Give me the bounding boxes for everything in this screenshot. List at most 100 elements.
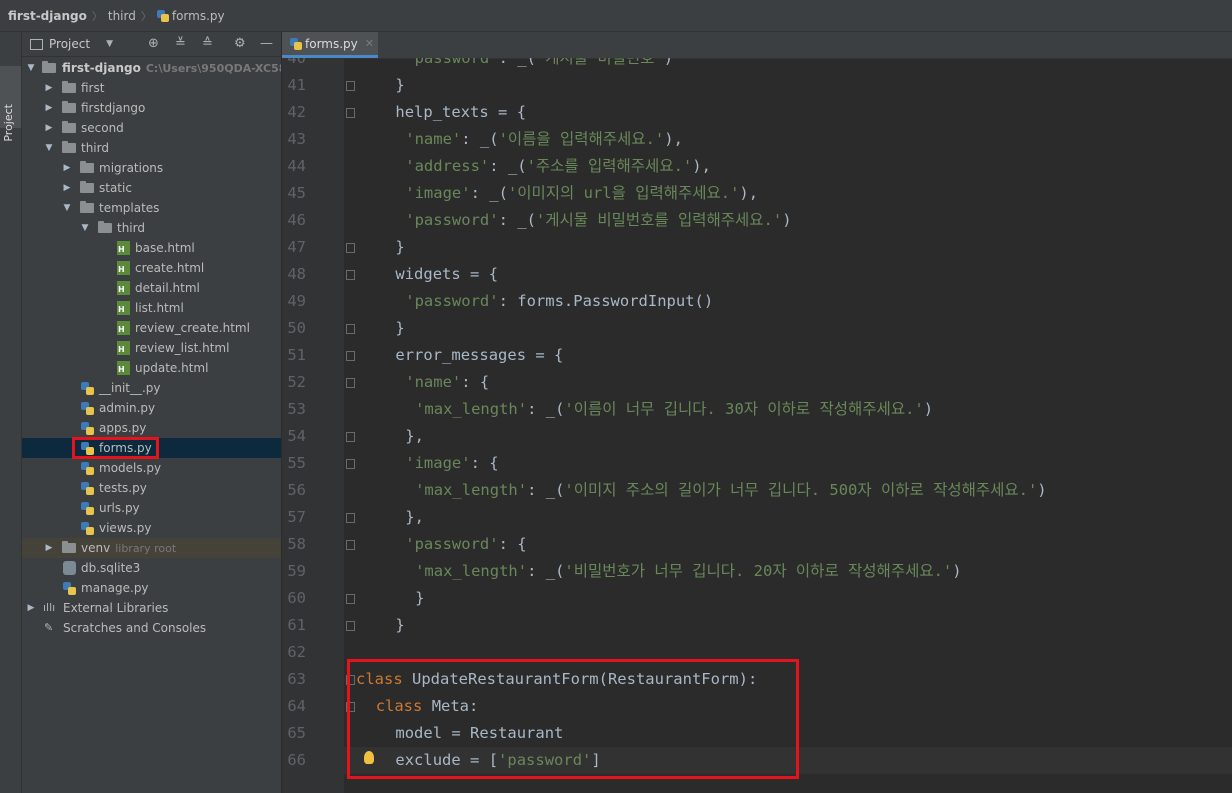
chevron-down-icon[interactable]: ▼ bbox=[62, 198, 72, 218]
code-line[interactable]: 48 widgets = { bbox=[282, 261, 1232, 288]
code-line[interactable]: 57}, bbox=[282, 504, 1232, 531]
fold-marker-icon[interactable] bbox=[346, 540, 355, 550]
code-line[interactable]: 44 'address': _('주소를 입력해주세요.'), bbox=[282, 153, 1232, 180]
fold-marker-icon[interactable] bbox=[346, 621, 355, 631]
tree-item[interactable]: ✎ Scratches and Consoles bbox=[22, 618, 281, 638]
code-line[interactable]: 49 'password': forms.PasswordInput() bbox=[282, 288, 1232, 315]
tree-item[interactable]: models.py bbox=[22, 458, 281, 478]
code-line[interactable]: 58 'password': { bbox=[282, 531, 1232, 558]
code-line[interactable]: 53 'max_length': _('이름이 너무 깁니다. 30자 이하로 작… bbox=[282, 396, 1232, 423]
tree-item[interactable]: manage.py bbox=[22, 578, 281, 598]
chevron-right-icon[interactable]: ▶ bbox=[26, 598, 36, 618]
tree-item[interactable]: tests.py bbox=[22, 478, 281, 498]
code-line[interactable]: 41} bbox=[282, 72, 1232, 99]
fold-marker-icon[interactable] bbox=[346, 81, 355, 91]
code-line[interactable]: 59 'max_length': _('비밀번호가 너무 깁니다. 20자 이하로… bbox=[282, 558, 1232, 585]
tree-item[interactable]: urls.py bbox=[22, 498, 281, 518]
chevron-right-icon[interactable]: ▶ bbox=[44, 78, 54, 98]
code-line[interactable]: 47} bbox=[282, 234, 1232, 261]
tree-item[interactable]: ▶ firstdjango bbox=[22, 98, 281, 118]
code-line[interactable]: 45 'image': _('이미지의 url을 입력해주세요.'), bbox=[282, 180, 1232, 207]
tree-item[interactable]: ▶ second bbox=[22, 118, 281, 138]
breadcrumb-file[interactable]: forms.py bbox=[172, 9, 225, 23]
fold-marker-icon[interactable] bbox=[346, 108, 355, 118]
chevron-right-icon[interactable]: ▶ bbox=[44, 98, 54, 118]
tree-item[interactable]: ▶ ıllı External Libraries bbox=[22, 598, 281, 618]
html-file-icon bbox=[117, 281, 130, 295]
fold-marker-icon[interactable] bbox=[346, 351, 355, 361]
chevron-right-icon[interactable]: ▶ bbox=[44, 538, 54, 558]
tree-item[interactable]: review_create.html bbox=[22, 318, 281, 338]
fold-marker-icon[interactable] bbox=[346, 513, 355, 523]
locate-icon[interactable]: ⊕ bbox=[148, 36, 159, 51]
chevron-down-icon[interactable]: ▼ bbox=[44, 138, 54, 158]
code-text: error_messages = { bbox=[395, 346, 564, 364]
tree-item-label: db.sqlite3 bbox=[81, 561, 141, 575]
panel-title[interactable]: Project bbox=[49, 37, 90, 51]
tree-item[interactable]: db.sqlite3 bbox=[22, 558, 281, 578]
code-line[interactable]: 61} bbox=[282, 612, 1232, 639]
code-text: } bbox=[395, 76, 405, 94]
code-line[interactable]: 42 help_texts = { bbox=[282, 99, 1232, 126]
database-file-icon bbox=[63, 561, 76, 575]
tree-item[interactable]: ▼ templates bbox=[22, 198, 281, 218]
tree-item[interactable]: base.html bbox=[22, 238, 281, 258]
tree-item[interactable]: __init__.py bbox=[22, 378, 281, 398]
expand-all-icon[interactable]: ≚ bbox=[175, 36, 186, 51]
python-file-icon bbox=[81, 401, 94, 415]
tree-item[interactable]: ▶ venv library root bbox=[22, 538, 281, 558]
tree-item-label: firstdjango bbox=[81, 101, 146, 115]
close-icon[interactable]: ✕ bbox=[365, 37, 374, 50]
tree-item[interactable]: list.html bbox=[22, 298, 281, 318]
library-icon: ıllı bbox=[43, 601, 56, 614]
tree-item[interactable]: ▼ third bbox=[22, 138, 281, 158]
tree-item[interactable]: review_list.html bbox=[22, 338, 281, 358]
code-line[interactable]: 52 'name': { bbox=[282, 369, 1232, 396]
collapse-all-icon[interactable]: ≙ bbox=[202, 36, 213, 51]
code-line[interactable]: 43 'name': _('이름을 입력해주세요.'), bbox=[282, 126, 1232, 153]
project-tool-button[interactable]: Project bbox=[0, 66, 21, 142]
tree-item[interactable]: update.html bbox=[22, 358, 281, 378]
html-file-icon bbox=[117, 321, 130, 335]
line-number: 60 bbox=[287, 589, 306, 607]
tree-item-label: urls.py bbox=[99, 501, 140, 515]
tree-item[interactable]: ▼ third bbox=[22, 218, 281, 238]
fold-marker-icon[interactable] bbox=[346, 378, 355, 388]
tree-item[interactable]: apps.py bbox=[22, 418, 281, 438]
tree-item[interactable]: detail.html bbox=[22, 278, 281, 298]
fold-marker-icon[interactable] bbox=[346, 594, 355, 604]
chevron-down-icon[interactable]: ▼ bbox=[106, 39, 113, 49]
tree-item[interactable]: ▶ migrations bbox=[22, 158, 281, 178]
code-line[interactable]: 46 'password': _('게시물 비밀번호를 입력해주세요.') bbox=[282, 207, 1232, 234]
tree-item[interactable]: admin.py bbox=[22, 398, 281, 418]
chevron-right-icon[interactable]: ▶ bbox=[62, 178, 72, 198]
gear-icon[interactable]: ⚙ bbox=[234, 36, 246, 51]
chevron-down-icon[interactable]: ▼ bbox=[26, 58, 36, 78]
line-number: 43 bbox=[287, 130, 306, 148]
chevron-right-icon[interactable]: ▶ bbox=[62, 158, 72, 178]
code-line[interactable]: 55 'image': { bbox=[282, 450, 1232, 477]
tree-item-label: migrations bbox=[99, 161, 164, 175]
code-line[interactable]: 60} bbox=[282, 585, 1232, 612]
breadcrumb-project[interactable]: first-django bbox=[8, 9, 87, 23]
minimize-icon[interactable]: — bbox=[260, 36, 273, 51]
chevron-down-icon[interactable]: ▼ bbox=[80, 218, 90, 238]
fold-marker-icon[interactable] bbox=[346, 270, 355, 280]
tree-item[interactable]: views.py bbox=[22, 518, 281, 538]
tree-item[interactable]: create.html bbox=[22, 258, 281, 278]
tree-item[interactable]: ▶ static bbox=[22, 178, 281, 198]
tab-forms-py[interactable]: forms.py ✕ bbox=[282, 32, 378, 58]
chevron-right-icon[interactable]: ▶ bbox=[44, 118, 54, 138]
fold-marker-icon[interactable] bbox=[346, 243, 355, 253]
code-line[interactable]: 54}, bbox=[282, 423, 1232, 450]
code-line[interactable]: 50} bbox=[282, 315, 1232, 342]
fold-marker-icon[interactable] bbox=[346, 432, 355, 442]
code-line[interactable]: 51 error_messages = { bbox=[282, 342, 1232, 369]
tree-item[interactable]: ▶ first bbox=[22, 78, 281, 98]
fold-marker-icon[interactable] bbox=[346, 324, 355, 334]
code-line[interactable]: 56 'max_length': _('이미지 주소의 길이가 너무 깁니다. 5… bbox=[282, 477, 1232, 504]
tree-root[interactable]: ▼ first-django C:\Users\950QDA-XC588 bbox=[22, 58, 281, 78]
code-line[interactable]: 40 'password': _('게시물 비밀번호') bbox=[282, 58, 1232, 72]
fold-marker-icon[interactable] bbox=[346, 459, 355, 469]
breadcrumb-folder[interactable]: third bbox=[108, 9, 136, 23]
